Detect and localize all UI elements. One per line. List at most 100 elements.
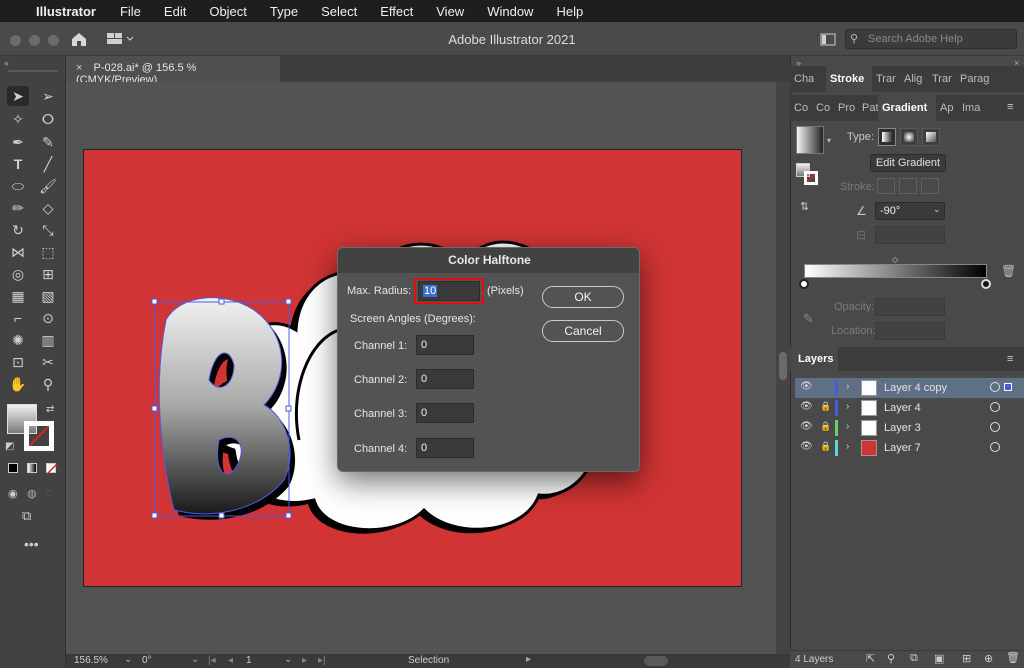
stroke-across-icon[interactable]: [921, 178, 939, 194]
layers-panel-menu-icon[interactable]: ≡: [1007, 353, 1013, 365]
document-tab[interactable]: × P-028.ai* @ 156.5 % (CMYK/Preview): [66, 56, 280, 86]
hand-tool-icon[interactable]: ✋: [7, 374, 29, 394]
stroke-indicator[interactable]: [804, 171, 818, 185]
ok-button[interactable]: OK: [542, 286, 624, 308]
draw-normal-icon[interactable]: ◉: [8, 487, 18, 500]
tab-color-guide[interactable]: Co: [812, 95, 834, 121]
channel-4-input[interactable]: 0: [416, 438, 474, 458]
locate-object-icon[interactable]: ⚲: [887, 652, 895, 665]
menu-edit[interactable]: Edit: [164, 4, 186, 19]
tab-image-trace[interactable]: Ima: [958, 95, 988, 121]
menu-object[interactable]: Object: [209, 4, 247, 19]
line-segment-tool-icon[interactable]: ╱: [37, 154, 59, 174]
collapse-toolbar-icon[interactable]: «: [4, 58, 9, 68]
export-icon[interactable]: ⇱: [866, 652, 875, 665]
gradient-swatch-dropdown-icon[interactable]: ▾: [827, 136, 831, 145]
linear-gradient-icon[interactable]: [878, 128, 896, 146]
tab-layers[interactable]: Layers: [790, 347, 838, 371]
scale-tool-icon[interactable]: ⤡: [37, 220, 59, 240]
visibility-eye-icon[interactable]: 👁: [800, 421, 813, 432]
aspect-ratio-field[interactable]: [875, 226, 945, 244]
close-tab-icon[interactable]: ×: [76, 62, 82, 74]
make-clipping-mask-icon[interactable]: ▣: [934, 652, 944, 665]
symbol-sprayer-tool-icon[interactable]: ✺: [7, 330, 29, 350]
lasso-tool-icon[interactable]: ⵔ: [37, 109, 59, 129]
gradient-tool-icon[interactable]: ▧: [37, 286, 59, 306]
horizontal-scroll-thumb[interactable]: [644, 656, 668, 666]
tab-align[interactable]: Alig: [900, 66, 928, 92]
ellipse-tool-icon[interactable]: ⬭: [7, 176, 29, 196]
eraser-tool-icon[interactable]: ◇: [37, 198, 59, 218]
screen-mode-icon[interactable]: ⧉: [22, 508, 31, 524]
expand-chevron-icon[interactable]: ›: [846, 441, 849, 452]
channel-2-input[interactable]: 0: [416, 369, 474, 389]
layer-row-layer-4-copy[interactable]: 👁 › Layer 4 copy: [795, 378, 1024, 398]
close-window-button[interactable]: [10, 35, 21, 46]
menu-effect[interactable]: Effect: [380, 4, 413, 19]
reverse-gradient-icon[interactable]: ⇅: [800, 200, 809, 213]
tab-stroke[interactable]: Stroke: [826, 66, 872, 92]
color-mode-icon[interactable]: [8, 463, 18, 473]
zoom-dropdown-icon[interactable]: ⌄: [124, 654, 132, 665]
status-mode-icon[interactable]: ▸: [526, 654, 531, 665]
next-artboard-icon[interactable]: ▸: [302, 655, 307, 666]
width-tool-icon[interactable]: ⋈: [7, 242, 29, 262]
gradient-midpoint-icon[interactable]: ◇: [892, 255, 898, 264]
workspace-switcher-icon[interactable]: [106, 32, 136, 46]
column-graph-tool-icon[interactable]: ▥: [37, 330, 59, 350]
selected-art-indicator[interactable]: [1004, 383, 1012, 391]
gradient-mode-icon[interactable]: [27, 463, 37, 473]
stroke-swatch[interactable]: [24, 421, 54, 451]
layer-target-icon[interactable]: [990, 442, 1000, 452]
tab-properties[interactable]: Pro: [834, 95, 858, 121]
blend-tool-icon[interactable]: ⊙: [37, 308, 59, 328]
tab-color[interactable]: Co: [790, 95, 812, 121]
more-tools-icon[interactable]: •••: [24, 536, 39, 552]
layer-name[interactable]: Layer 3: [884, 422, 921, 434]
paintbrush-tool-icon[interactable]: 🖌: [37, 176, 59, 196]
curvature-tool-icon[interactable]: ✎: [37, 132, 59, 152]
opacity-field[interactable]: [875, 298, 945, 316]
expand-chevron-icon[interactable]: ›: [846, 421, 849, 432]
selection-tool-icon[interactable]: ➤: [7, 86, 29, 106]
delete-layer-icon[interactable]: 🗑: [1006, 651, 1020, 664]
artboard-number[interactable]: 1: [246, 655, 252, 666]
menu-view[interactable]: View: [436, 4, 464, 19]
gradient-angle-field[interactable]: -90° ⌄: [875, 202, 945, 220]
eyedropper-tool-icon[interactable]: ⌐: [7, 308, 29, 328]
swap-fill-stroke-icon[interactable]: ⇄: [46, 404, 54, 415]
tab-gradient[interactable]: Gradient: [878, 95, 936, 121]
expand-chevron-icon[interactable]: ›: [846, 401, 849, 412]
artboard-tool-icon[interactable]: ⊡: [7, 352, 29, 372]
panel-layout-icon[interactable]: [820, 33, 836, 46]
menu-file[interactable]: File: [120, 4, 141, 19]
mesh-tool-icon[interactable]: ▦: [7, 286, 29, 306]
free-transform-tool-icon[interactable]: ⬚: [37, 242, 59, 262]
last-artboard-icon[interactable]: ▸|: [318, 655, 326, 666]
first-artboard-icon[interactable]: |◂: [208, 655, 216, 666]
layer-target-icon[interactable]: [990, 422, 1000, 432]
delete-stop-icon[interactable]: 🗑: [1001, 264, 1016, 278]
expand-chevron-icon[interactable]: ›: [846, 381, 849, 392]
draw-inside-icon[interactable]: ◌: [46, 487, 53, 499]
artboard-dropdown-icon[interactable]: ⌄: [284, 654, 292, 665]
layer-row-layer-3[interactable]: 👁 🔒 › Layer 3: [795, 418, 1024, 438]
layer-target-icon[interactable]: [990, 382, 1000, 392]
slice-tool-icon[interactable]: ✂: [37, 352, 59, 372]
gradient-stop-white[interactable]: [799, 279, 809, 289]
type-tool-icon[interactable]: T: [7, 154, 29, 174]
radial-gradient-icon[interactable]: [900, 128, 918, 146]
collect-for-export-icon[interactable]: ⧉: [910, 652, 918, 665]
shape-builder-tool-icon[interactable]: ◎: [7, 264, 29, 284]
tab-paragraph[interactable]: Parag: [956, 66, 996, 92]
tab-transparency[interactable]: Trar: [872, 66, 900, 92]
lock-icon[interactable]: 🔒: [820, 401, 831, 412]
gradient-stop-black[interactable]: [981, 279, 991, 289]
layer-row-layer-4[interactable]: 👁 🔒 › Layer 4: [795, 398, 1024, 418]
menu-app[interactable]: Illustrator: [36, 4, 96, 19]
zoom-tool-icon[interactable]: ⚲: [37, 374, 59, 394]
angle-dropdown-icon[interactable]: ⌄: [933, 204, 941, 215]
menu-type[interactable]: Type: [270, 4, 298, 19]
perspective-grid-tool-icon[interactable]: ⊞: [37, 264, 59, 284]
prev-artboard-icon[interactable]: ◂: [228, 655, 233, 666]
